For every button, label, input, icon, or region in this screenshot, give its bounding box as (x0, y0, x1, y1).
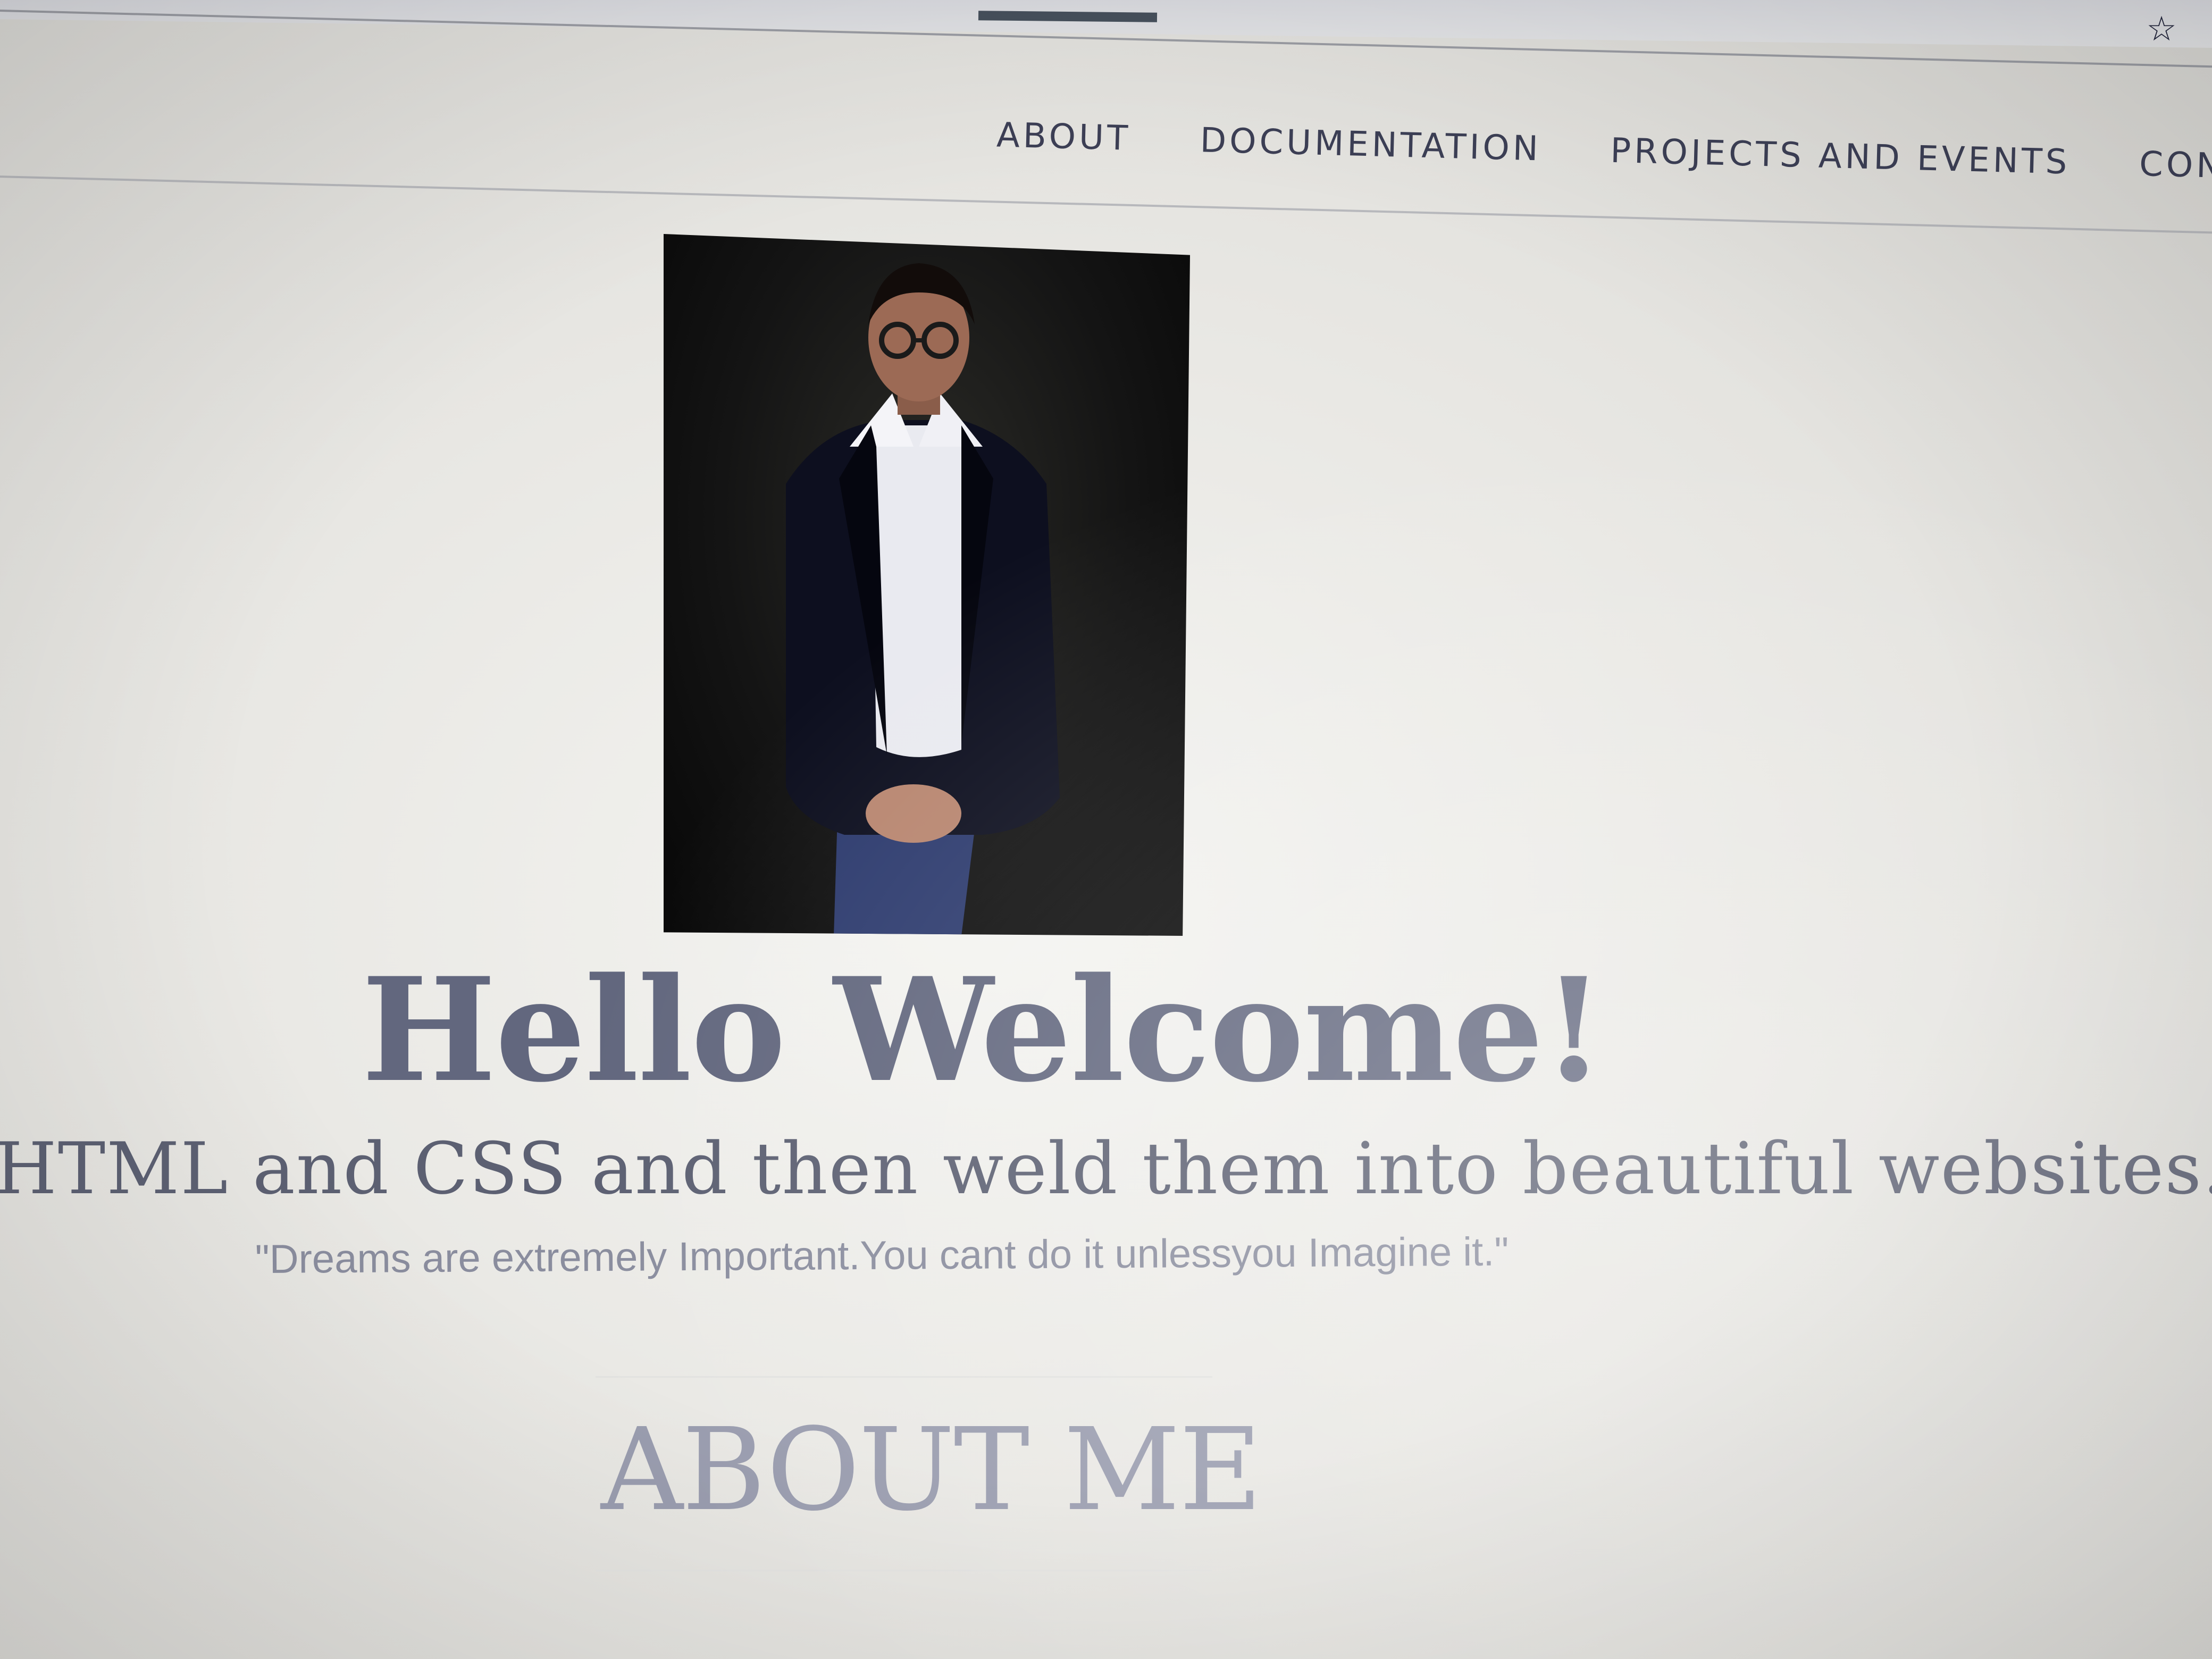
browser-viewport: ☆ ABOUT DOCUMENTATION PROJECTS AND EVENT… (0, 0, 2212, 1659)
section-divider-bottom (596, 1570, 1212, 1571)
hero-quote: "Dreams are extremely Important.You cant… (255, 1229, 1509, 1282)
person-silhouette (786, 263, 1060, 936)
about-section-title: ABOUT ME (601, 1404, 1262, 1536)
hero-title: Hello Welcome! (362, 946, 1605, 1114)
nav-links: ABOUT DOCUMENTATION PROJECTS AND EVENTS … (996, 116, 2212, 188)
nav-link-contact[interactable]: CONTA (2139, 145, 2212, 187)
nav-link-projects-and-events[interactable]: PROJECTS AND EVENTS (1610, 131, 2071, 182)
hero-tagline: HTML and CSS and then weld them into bea… (0, 1127, 2212, 1210)
star-outline-icon[interactable]: ☆ (2139, 6, 2184, 52)
nav-link-documentation[interactable]: DOCUMENTATION (1200, 121, 1542, 169)
section-divider-top (596, 1376, 1212, 1378)
active-tab-indicator (978, 11, 1158, 22)
nav-divider (0, 174, 2212, 237)
nav-link-about[interactable]: ABOUT (996, 116, 1132, 158)
profile-photo (664, 234, 1190, 936)
